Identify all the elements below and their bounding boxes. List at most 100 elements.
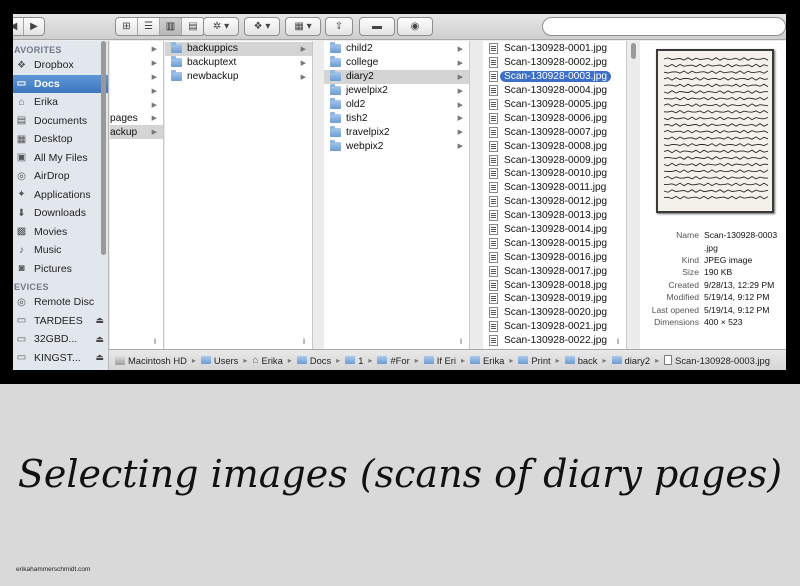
folder-row[interactable]: old2 ▶ — [324, 98, 469, 112]
column-resize-handle[interactable]: ll — [303, 339, 305, 346]
eject-icon[interactable]: ⏏ — [95, 334, 104, 345]
sidebar-item-remote-disc[interactable]: ◎ Remote Disc — [13, 293, 108, 312]
path-crumb[interactable]: Docs — [296, 355, 331, 366]
file-row[interactable]: Scan-130928-0004.jpg — [483, 84, 626, 98]
file-row[interactable]: Scan-130928-0011.jpg — [483, 181, 626, 195]
file-row[interactable]: Scan-130928-0009.jpg — [483, 153, 626, 167]
column-resize-handle[interactable]: ll — [154, 339, 156, 346]
view-mode-segment[interactable]: ⊞ ☰ ▥ ▤ — [115, 17, 205, 36]
back-forward-buttons[interactable]: ◀ ▶ — [13, 17, 45, 36]
sidebar-scrollbar[interactable] — [101, 41, 106, 255]
folder-row[interactable]: ▶ — [110, 70, 163, 84]
file-row[interactable]: Scan-130928-0008.jpg — [483, 139, 626, 153]
file-row[interactable]: Scan-130928-0010.jpg — [483, 167, 626, 181]
dropbox-button[interactable]: ❖ ▾ — [244, 17, 280, 36]
path-crumb[interactable]: Scan-130928-0003.jpg — [664, 355, 770, 366]
pictures-icon: ◙ — [18, 263, 25, 275]
sidebar-item-dropbox[interactable]: ❖ Dropbox — [13, 56, 108, 75]
folder-row[interactable]: webpix2 ▶ — [324, 139, 469, 153]
file-row[interactable]: Scan-130928-0006.jpg — [483, 111, 626, 125]
folder-row[interactable]: tish2 ▶ — [324, 111, 469, 125]
file-row[interactable]: Scan-130928-0001.jpg — [483, 42, 626, 56]
path-crumb[interactable]: diary2 — [611, 355, 650, 366]
folder-row[interactable]: ▶ — [110, 84, 163, 98]
file-row[interactable]: Scan-130928-0014.jpg — [483, 223, 626, 237]
folder-row[interactable]: travelpix2 ▶ — [324, 125, 469, 139]
file-row[interactable]: Scan-130928-0016.jpg — [483, 250, 626, 264]
sidebar-item-documents[interactable]: ▤ Documents — [13, 112, 108, 131]
search-input[interactable] — [542, 17, 786, 36]
sidebar-item-music[interactable]: ♪ Music — [13, 241, 108, 260]
folder-row[interactable]: ackup ▶ — [110, 125, 163, 140]
folder-row[interactable]: backuppics ▶ — [165, 42, 312, 56]
sidebar-item-docs[interactable]: ▭ Docs — [13, 74, 108, 93]
folder-icon — [330, 111, 341, 123]
arrange-button[interactable]: ▦ ▾ — [285, 17, 321, 36]
file-row[interactable]: Scan-130928-0017.jpg — [483, 264, 626, 278]
file-row[interactable]: Scan-130928-0021.jpg — [483, 320, 626, 334]
sidebar-item-applications[interactable]: ✦ Applications — [13, 186, 108, 205]
file-row[interactable]: Scan-130928-0020.jpg — [483, 306, 626, 320]
file-row[interactable]: Scan-130928-0015.jpg — [483, 236, 626, 250]
folder-row[interactable]: backuptext ▶ — [165, 56, 312, 70]
folder-row[interactable]: ▶ — [110, 98, 163, 112]
file-row[interactable]: Scan-130928-0007.jpg — [483, 125, 626, 139]
path-crumb[interactable]: Users — [200, 355, 238, 366]
folder-row[interactable]: ▶ — [110, 42, 163, 56]
sidebar-item-downloads[interactable]: ⬇ Downloads — [13, 204, 108, 223]
list-view-icon[interactable]: ☰ — [138, 18, 160, 35]
path-crumb[interactable]: back — [564, 355, 598, 366]
sidebar-item-pictures[interactable]: ◙ Pictures — [13, 260, 108, 279]
image-file-icon — [489, 85, 498, 97]
sidebar-item-movies[interactable]: ▩ Movies — [13, 223, 108, 242]
column-view-icon[interactable]: ▥ — [160, 18, 182, 35]
sidebar-item-kingst[interactable]: ▭ KINGST... ⏏ — [13, 349, 108, 368]
file-row[interactable]: Scan-130928-0018.jpg — [483, 278, 626, 292]
row-label: Scan-130928-0019.jpg — [504, 293, 608, 305]
action-button[interactable]: ✲ ▾ — [203, 17, 239, 36]
forward-icon[interactable]: ▶ — [24, 18, 44, 35]
folder-row[interactable]: college ▶ — [324, 56, 469, 70]
sidebar-item-desktop[interactable]: ▦ Desktop — [13, 130, 108, 149]
folder-row[interactable]: newbackup ▶ — [165, 70, 312, 84]
quicklook-button[interactable]: ◉ — [397, 17, 433, 36]
sidebar-item-32gbd[interactable]: ▭ 32GBD... ⏏ — [13, 330, 108, 349]
folder-row[interactable]: child2 ▶ — [324, 42, 469, 56]
path-crumb[interactable]: Erika — [470, 355, 504, 366]
folder-row[interactable]: diary2 ▶ — [324, 69, 469, 84]
column-resize-handle[interactable]: ll — [460, 339, 462, 346]
row-label: diary2 — [346, 71, 374, 83]
path-crumb[interactable]: ⌂ Erika — [252, 355, 282, 366]
file-row[interactable]: Scan-130928-0013.jpg — [483, 209, 626, 223]
folder-row[interactable]: ▶ — [110, 56, 163, 70]
sidebar-item-airdrop[interactable]: ◎ AirDrop — [13, 167, 108, 186]
path-crumb[interactable]: If Eri — [423, 355, 456, 366]
column-resize-handle[interactable]: ll — [617, 339, 619, 346]
share-button[interactable]: ⇪ — [325, 17, 353, 36]
path-crumb[interactable]: Macintosh HD — [115, 355, 187, 366]
sidebar-item-erika[interactable]: ⌂ Erika — [13, 93, 108, 112]
eject-icon[interactable]: ⏏ — [95, 352, 104, 363]
folder-row[interactable]: pages ▶ — [110, 111, 163, 125]
info-value: Scan-130928-0003 — [704, 230, 778, 241]
path-crumb[interactable]: Print — [518, 355, 551, 366]
file-row[interactable]: Scan-130928-0022.jpg — [483, 334, 626, 348]
file-row[interactable]: Scan-130928-0005.jpg — [483, 98, 626, 112]
folder-row[interactable]: jewelpix2 ▶ — [324, 84, 469, 98]
file-row[interactable]: Scan-130928-0012.jpg — [483, 195, 626, 209]
info-value: 9/28/13, 12:29 PM — [704, 279, 775, 290]
path-crumb[interactable]: #For — [377, 355, 410, 366]
tags-button[interactable]: ▬ — [359, 17, 395, 36]
file-list-scrollbar[interactable] — [631, 43, 636, 59]
file-row[interactable]: Scan-130928-0019.jpg — [483, 292, 626, 306]
sidebar-item-tardees[interactable]: ▭ TARDEES ⏏ — [13, 312, 108, 331]
sidebar-item-all-my-files[interactable]: ▣ All My Files — [13, 149, 108, 168]
eject-icon[interactable]: ⏏ — [95, 315, 104, 326]
icon-view-icon[interactable]: ⊞ — [116, 18, 138, 35]
path-crumb[interactable]: 1 — [345, 355, 363, 366]
file-row[interactable]: Scan-130928-0002.jpg — [483, 56, 626, 70]
coverflow-view-icon[interactable]: ▤ — [182, 18, 204, 35]
back-icon[interactable]: ◀ — [13, 18, 25, 35]
handwriting-line — [663, 195, 769, 200]
file-row[interactable]: Scan-130928-0003.jpg — [483, 70, 626, 84]
